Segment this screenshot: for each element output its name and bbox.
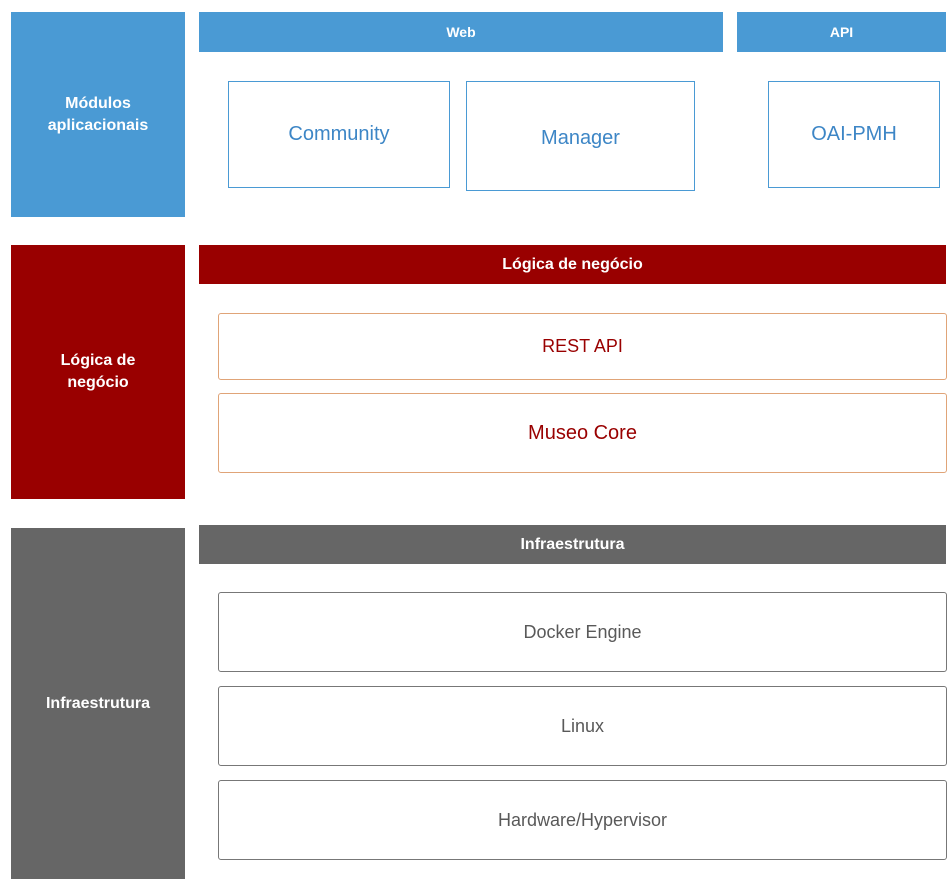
rest-api-component: REST API — [218, 313, 947, 380]
linux-component: Linux — [218, 686, 947, 766]
manager-module: Manager — [466, 81, 695, 191]
web-group-header: Web — [199, 12, 723, 52]
business-layer-label: Lógica de negócio — [11, 245, 185, 499]
docker-engine-component: Docker Engine — [218, 592, 947, 672]
infrastructure-layer-label: Infraestrutura — [11, 528, 185, 879]
business-layer-header: Lógica de negócio — [199, 245, 946, 284]
infrastructure-layer-header: Infraestrutura — [199, 525, 946, 564]
api-group-header: API — [737, 12, 946, 52]
community-module: Community — [228, 81, 450, 188]
application-layer-label: Módulos aplicacionais — [11, 12, 185, 217]
hardware-hypervisor-component: Hardware/Hypervisor — [218, 780, 947, 860]
museo-core-component: Museo Core — [218, 393, 947, 473]
oai-pmh-module: OAI-PMH — [768, 81, 940, 188]
